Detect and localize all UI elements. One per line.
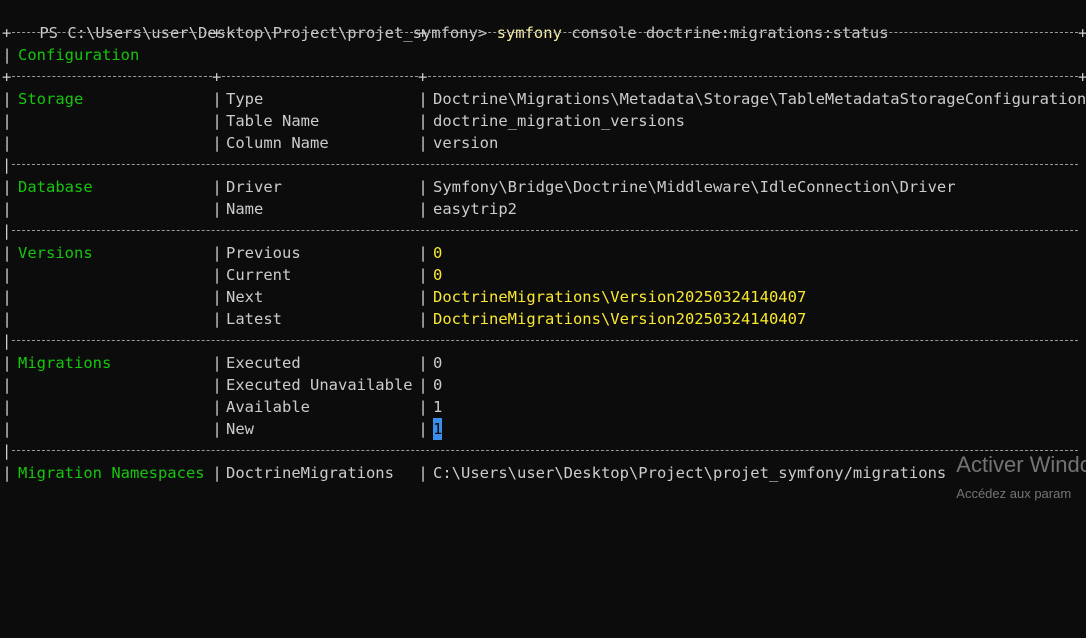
table-row: | | Latest | DoctrineMigrations\Version2… xyxy=(2,310,807,328)
table-row: | Migration Namespaces | DoctrineMigrati… xyxy=(2,464,947,482)
row-value: 1 xyxy=(433,398,443,416)
section-divider: | xyxy=(2,330,1086,352)
watermark-title: Activer Windo xyxy=(956,452,1086,477)
table-row: | | Name | easytrip2 xyxy=(2,200,517,218)
section-divider: | xyxy=(2,220,1086,242)
row-key: DoctrineMigrations xyxy=(226,464,394,482)
row-value: version xyxy=(433,134,499,152)
section-label-namespaces: Migration Namespaces xyxy=(18,464,205,482)
section-divider: | xyxy=(2,154,1086,176)
windows-activation-watermark: Activer Windo Accédez aux param xyxy=(956,452,1086,502)
row-key: Available xyxy=(226,398,310,416)
section-label-versions: Versions xyxy=(18,244,93,262)
row-key: Type xyxy=(226,90,264,108)
table-row: | | Table Name | doctrine_migration_vers… xyxy=(2,112,685,130)
row-key: New xyxy=(226,420,254,438)
table-row: | | Next | DoctrineMigrations\Version202… xyxy=(2,288,807,306)
table-row: | Storage | Type | Doctrine\Migrations\M… xyxy=(2,90,1086,108)
row-value: Symfony\Bridge\Doctrine\Middleware\IdleC… xyxy=(433,178,956,196)
row-key: Name xyxy=(226,200,264,218)
row-key: Table Name xyxy=(226,112,320,130)
terminal-window[interactable]: PS C:\Users\user\Desktop\Project\projet_… xyxy=(2,0,1086,499)
table-border: + + + + xyxy=(2,68,1086,86)
prompt-line: PS C:\Users\user\Desktop\Project\projet_… xyxy=(2,0,1086,42)
row-key: Executed Unavailable xyxy=(226,376,413,394)
table-row: | Database | Driver | Symfony\Bridge\Doc… xyxy=(2,178,956,196)
section-divider: | xyxy=(2,440,1086,462)
row-value: Doctrine\Migrations\Metadata\Storage\Tab… xyxy=(433,90,1086,108)
table-border: + + + + xyxy=(2,24,1086,42)
table-header-row: | Configuration xyxy=(2,46,140,64)
table-row: | Migrations | Executed | 0 xyxy=(2,354,443,372)
row-key: Executed xyxy=(226,354,301,372)
table-row: | | Executed Unavailable | 0 xyxy=(2,376,443,394)
row-value: 0 xyxy=(433,376,443,394)
watermark-subtitle: Accédez aux param xyxy=(956,486,1072,501)
row-key: Column Name xyxy=(226,134,329,152)
table-row: | Versions | Previous | 0 xyxy=(2,244,443,262)
section-label-database: Database xyxy=(18,178,93,196)
table-header: Configuration xyxy=(18,46,140,64)
row-value: 0 xyxy=(433,244,443,262)
section-label-migrations: Migrations xyxy=(18,354,112,372)
row-value: DoctrineMigrations\Version20250324140407 xyxy=(433,310,807,328)
row-value: C:\Users\user\Desktop\Project\projet_sym… xyxy=(433,464,947,482)
row-key: Next xyxy=(226,288,264,306)
row-key: Latest xyxy=(226,310,282,328)
row-value: doctrine_migration_versions xyxy=(433,112,685,130)
row-key: Driver xyxy=(226,178,282,196)
row-value: 0 xyxy=(433,266,443,284)
row-key: Previous xyxy=(226,244,301,262)
table-row: | | Current | 0 xyxy=(2,266,443,284)
table-row: | | New | 1 xyxy=(2,418,443,440)
terminal-cursor: 1 xyxy=(433,418,443,440)
table-row: | | Available | 1 xyxy=(2,398,443,416)
table-row: | | Column Name | version xyxy=(2,134,499,152)
row-value: easytrip2 xyxy=(433,200,517,218)
row-value: 0 xyxy=(433,354,443,372)
section-label-storage: Storage xyxy=(18,90,84,108)
row-value: DoctrineMigrations\Version20250324140407 xyxy=(433,288,807,306)
row-key: Current xyxy=(226,266,292,284)
